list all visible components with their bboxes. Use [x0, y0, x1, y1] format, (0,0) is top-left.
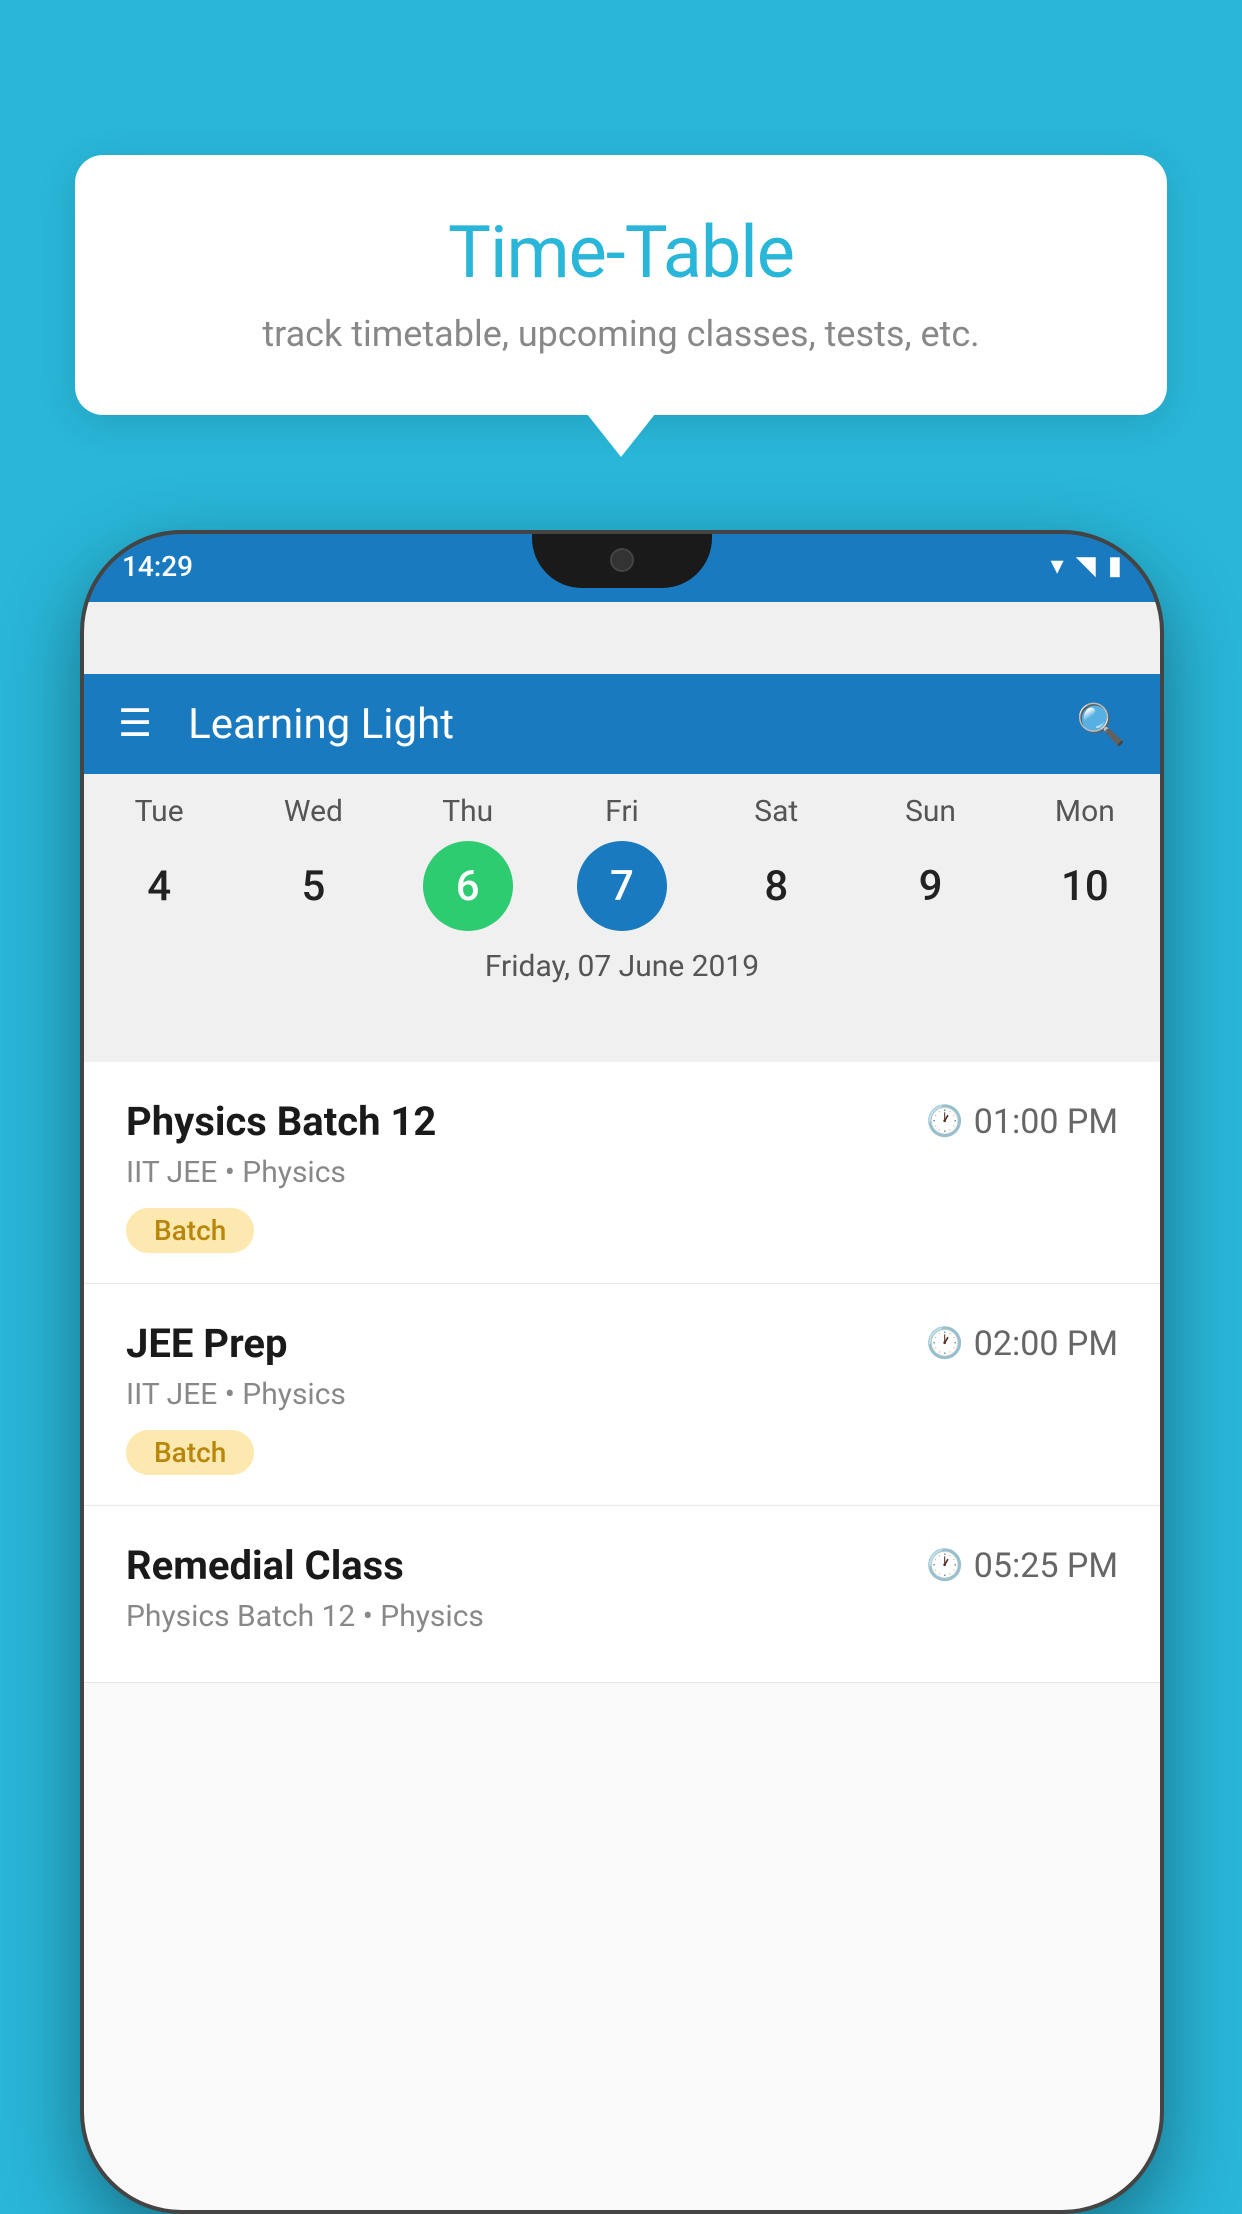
status-bar: 14:29 ▾ ◥ ▮ [82, 530, 1162, 602]
item-row2-header: JEE Prep 🕐 02:00 PM [126, 1320, 1118, 1367]
bubble-subtitle: track timetable, upcoming classes, tests… [135, 313, 1107, 355]
notch [532, 530, 712, 588]
item-time-2: 🕐 02:00 PM [926, 1324, 1118, 1364]
status-time: 14:29 [122, 550, 193, 583]
batch-badge-2: Batch [126, 1430, 254, 1475]
phone-frame: 14:29 ▾ ◥ ▮ ☰ Learning Light 🔍 Tue Wed T… [82, 530, 1162, 2210]
hamburger-icon[interactable]: ☰ [118, 705, 152, 743]
calendar-strip: Tue Wed Thu Fri Sat Sun Mon 4 5 6 7 8 9 … [82, 774, 1162, 1016]
speech-bubble: Time-Table track timetable, upcoming cla… [75, 155, 1167, 415]
status-icons: ▾ ◥ ▮ [1051, 551, 1122, 581]
clock-icon-2: 🕐 [926, 1326, 963, 1361]
schedule-list: Physics Batch 12 🕐 01:00 PM IIT JEE • Ph… [82, 1062, 1162, 2210]
day-sat[interactable]: Sat [711, 794, 841, 829]
item-subtitle-2: IIT JEE • Physics [126, 1377, 1118, 1412]
day-mon[interactable]: Mon [1020, 794, 1150, 829]
date-5[interactable]: 5 [268, 841, 358, 931]
wifi-icon: ▾ [1051, 551, 1064, 581]
batch-badge-1: Batch [126, 1208, 254, 1253]
day-fri[interactable]: Fri [557, 794, 687, 829]
phone-screen: ☰ Learning Light 🔍 Tue Wed Thu Fri Sat S… [82, 602, 1162, 2210]
time-value-2: 02:00 PM [974, 1324, 1118, 1364]
app-bar: ☰ Learning Light 🔍 [82, 674, 1162, 774]
day-sun[interactable]: Sun [866, 794, 996, 829]
schedule-item-1[interactable]: Physics Batch 12 🕐 01:00 PM IIT JEE • Ph… [82, 1062, 1162, 1284]
item-subtitle-1: IIT JEE • Physics [126, 1155, 1118, 1190]
schedule-item-3[interactable]: Remedial Class 🕐 05:25 PM Physics Batch … [82, 1506, 1162, 1683]
date-8[interactable]: 8 [731, 841, 821, 931]
item-name-2: JEE Prep [126, 1320, 287, 1367]
time-value-1: 01:00 PM [974, 1102, 1118, 1142]
day-names-row: Tue Wed Thu Fri Sat Sun Mon [82, 774, 1162, 837]
clock-icon-3: 🕐 [926, 1548, 963, 1583]
day-tue[interactable]: Tue [94, 794, 224, 829]
app-title: Learning Light [188, 700, 1076, 749]
signal-icon: ◥ [1076, 551, 1096, 581]
item-name-1: Physics Batch 12 [126, 1098, 436, 1145]
item-row1: Physics Batch 12 🕐 01:00 PM [126, 1098, 1118, 1145]
item-time-3: 🕐 05:25 PM [926, 1546, 1118, 1586]
clock-icon-1: 🕐 [926, 1104, 963, 1139]
bubble-title: Time-Table [135, 210, 1107, 295]
day-numbers-row: 4 5 6 7 8 9 10 [82, 837, 1162, 943]
date-6-today[interactable]: 6 [423, 841, 513, 931]
item-row3-header: Remedial Class 🕐 05:25 PM [126, 1542, 1118, 1589]
item-time-1: 🕐 01:00 PM [926, 1102, 1118, 1142]
front-camera [610, 548, 634, 572]
date-9[interactable]: 9 [886, 841, 976, 931]
item-name-3: Remedial Class [126, 1542, 404, 1589]
battery-icon: ▮ [1108, 551, 1122, 581]
search-icon[interactable]: 🔍 [1076, 701, 1126, 748]
day-wed[interactable]: Wed [248, 794, 378, 829]
time-value-3: 05:25 PM [974, 1546, 1118, 1586]
date-10[interactable]: 10 [1040, 841, 1130, 931]
date-4[interactable]: 4 [114, 841, 204, 931]
date-7-selected[interactable]: 7 [577, 841, 667, 931]
item-subtitle-3: Physics Batch 12 • Physics [126, 1599, 1118, 1634]
day-thu[interactable]: Thu [403, 794, 533, 829]
selected-date-label: Friday, 07 June 2019 [82, 943, 1162, 998]
schedule-item-2[interactable]: JEE Prep 🕐 02:00 PM IIT JEE • Physics Ba… [82, 1284, 1162, 1506]
